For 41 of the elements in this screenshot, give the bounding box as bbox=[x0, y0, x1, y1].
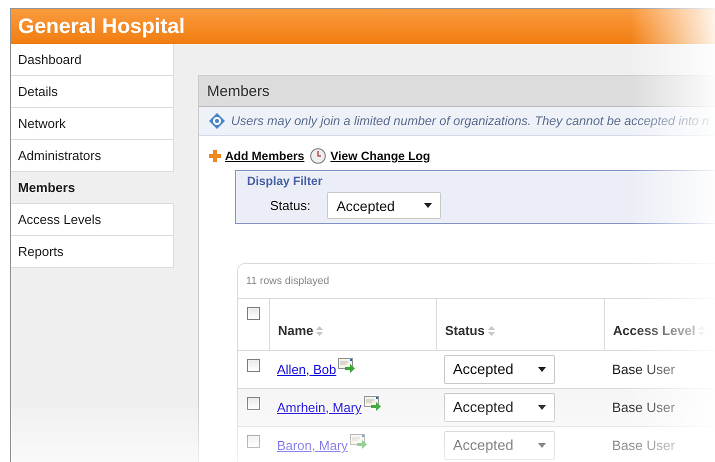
envelope-arrow-icon[interactable] bbox=[350, 434, 368, 450]
info-icon bbox=[209, 113, 225, 129]
envelope-arrow-icon[interactable] bbox=[364, 396, 382, 412]
envelope-arrow-icon[interactable] bbox=[338, 358, 356, 374]
caret-icon bbox=[424, 203, 432, 208]
sidebar-item[interactable]: Administrators bbox=[11, 140, 174, 172]
caret-icon bbox=[538, 367, 546, 372]
sidebar-item[interactable]: Dashboard bbox=[11, 44, 174, 76]
caret-icon bbox=[538, 443, 546, 448]
app-title: General Hospital bbox=[18, 14, 185, 38]
access-level: Base User bbox=[612, 438, 676, 453]
access-level: Base User bbox=[612, 362, 676, 377]
column-header[interactable]: Name bbox=[278, 323, 314, 338]
member-link[interactable]: Allen, Bob bbox=[277, 362, 336, 377]
caret-icon bbox=[538, 405, 546, 410]
sidebar-item[interactable]: Access Levels bbox=[11, 204, 174, 236]
row-checkbox[interactable] bbox=[247, 359, 260, 372]
sort-icon[interactable] bbox=[316, 326, 324, 336]
access-level: Base User bbox=[612, 400, 676, 415]
status-label: Status: bbox=[270, 198, 310, 213]
status-dropdown[interactable]: Accepted bbox=[444, 355, 555, 384]
select-all-checkbox[interactable] bbox=[247, 307, 260, 320]
member-link[interactable]: Amrhein, Mary bbox=[277, 400, 362, 415]
sidebar-item[interactable]: Network bbox=[11, 108, 174, 140]
row-checkbox[interactable] bbox=[247, 435, 260, 448]
sidebar-item[interactable]: Details bbox=[11, 76, 174, 108]
status-dropdown[interactable]: Accepted bbox=[444, 393, 555, 422]
row-count: 11 rows displayed bbox=[238, 264, 715, 299]
sidebar-item[interactable]: Reports bbox=[11, 236, 174, 268]
action-link[interactable]: View Change Log bbox=[330, 149, 430, 163]
action-link[interactable]: Add Members bbox=[225, 149, 304, 163]
column-header[interactable]: Status bbox=[445, 323, 485, 338]
column-header[interactable]: Access Level bbox=[613, 323, 696, 338]
status-dropdown[interactable]: Accepted bbox=[327, 192, 442, 219]
plus-icon bbox=[209, 150, 221, 162]
sort-icon[interactable] bbox=[488, 326, 495, 336]
clock-icon bbox=[310, 148, 326, 164]
panel-title: Members bbox=[199, 76, 715, 107]
row-checkbox[interactable] bbox=[247, 397, 260, 410]
status-dropdown[interactable]: Accepted bbox=[444, 431, 555, 460]
filter-title: Display Filter bbox=[247, 174, 324, 188]
